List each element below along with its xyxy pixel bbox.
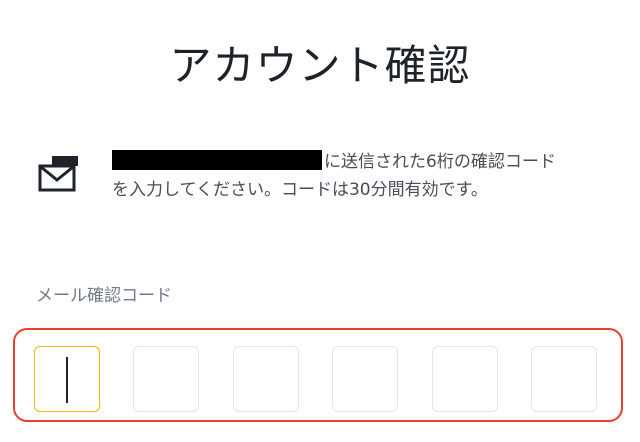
text-caret <box>66 357 68 403</box>
email-code-label: メール確認コード <box>36 286 172 306</box>
code-digit-5[interactable] <box>432 346 498 412</box>
verification-code-group <box>13 328 623 422</box>
code-digit-4[interactable] <box>332 346 398 412</box>
verification-instructions: に送信された6桁の確認コード を入力してください。コードは30分間有効です。 <box>112 148 612 204</box>
instruction-line-1: に送信された6桁の確認コード <box>324 152 556 172</box>
code-digit-6[interactable] <box>531 346 597 412</box>
code-digit-3[interactable] <box>233 346 299 412</box>
page-title: アカウント確認 <box>169 41 471 91</box>
code-digit-2[interactable] <box>133 346 199 412</box>
verification-message: に送信された6桁の確認コード を入力してください。コードは30分間有効です。 <box>38 148 618 204</box>
code-digit-1[interactable] <box>34 346 100 412</box>
instruction-line-2: を入力してください。コードは30分間有効です。 <box>112 180 488 200</box>
mail-icon <box>38 154 82 194</box>
redacted-email <box>112 150 322 170</box>
